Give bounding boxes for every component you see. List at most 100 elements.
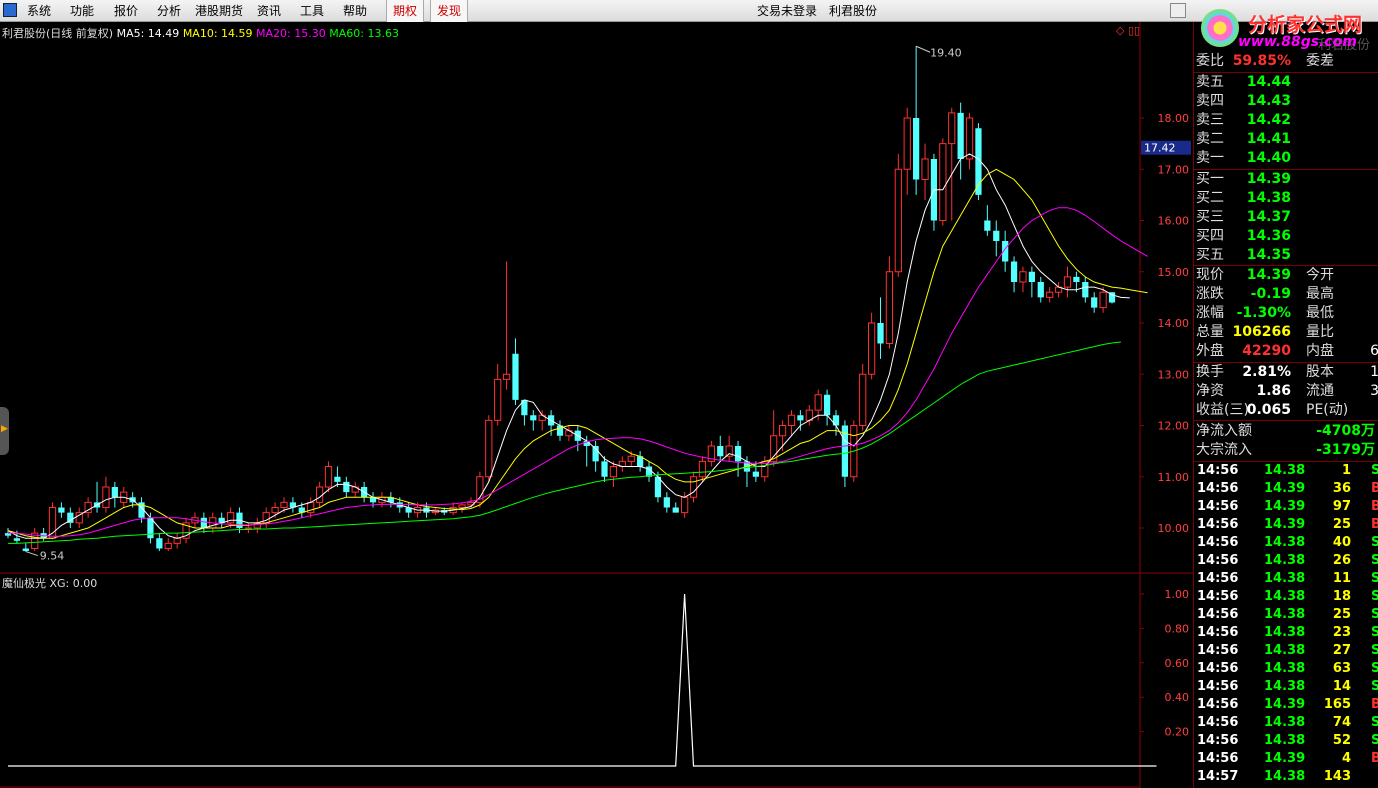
ask-level-value: 14.41 (1246, 131, 1291, 147)
arrow-right-icon: ▶ (1, 424, 8, 434)
tick-volume: 165 (1323, 697, 1351, 712)
candle-body-up (1099, 291, 1107, 309)
finance-stat-label-right: 流通 (1306, 383, 1334, 399)
candle-body-up (1063, 276, 1072, 288)
candle-body-up (271, 507, 279, 514)
menu-tools[interactable]: 工具 (300, 0, 324, 22)
tick-price: 14.38 (1264, 607, 1306, 622)
ask-level: 卖二 14.41 (1194, 130, 1378, 149)
tick-side: S (1371, 589, 1378, 604)
candle-body-up (903, 117, 911, 170)
tick-time: 14:56 (1197, 679, 1239, 694)
candle-body-up (324, 466, 333, 488)
fund-flow-label: 大宗流入 (1196, 442, 1252, 458)
price-axis-label: 12.00 (1158, 420, 1190, 433)
tick-price: 14.38 (1264, 733, 1306, 748)
bid-level-label: 买一 (1196, 171, 1224, 187)
bid-level: 买三 14.37 (1194, 208, 1378, 227)
tick-row: 14:56 14.38 23 S (1194, 624, 1378, 642)
menu-discover[interactable]: 发现 (430, 0, 469, 22)
tick-side: S (1371, 463, 1378, 478)
tick-side: B (1371, 481, 1378, 496)
tick-volume: 36 (1332, 481, 1351, 496)
tick-row: 14:56 14.38 74 S (1194, 714, 1378, 732)
panel-toggle-icon[interactable]: ◇ ▯▯ (1116, 24, 1140, 37)
price-axis-label: 14.00 (1158, 317, 1190, 330)
kline-chart[interactable]: 18.00 17.00 16.00 15.00 14.00 13.00 12.00 11.00… (0, 22, 1193, 788)
tick-time: 14:56 (1197, 643, 1239, 658)
candle-body-down (111, 487, 118, 498)
tick-side: S (1371, 607, 1378, 622)
candle-body-down (993, 230, 1000, 241)
tick-volume: 26 (1332, 553, 1351, 568)
tick-time: 14:56 (1197, 481, 1239, 496)
tick-volume: 18 (1332, 589, 1351, 604)
left-collapse-handle[interactable]: ▶ (0, 407, 9, 455)
candle-body-up (164, 542, 172, 549)
candle-body-down (752, 471, 759, 477)
menu-quote[interactable]: 报价 (114, 0, 138, 22)
minimize-button[interactable] (1170, 3, 1186, 18)
finance-stat: 净资 1.86 流通 3 (1194, 382, 1378, 401)
tick-side: S (1371, 535, 1378, 550)
menu-help[interactable]: 帮助 (343, 0, 367, 22)
tick-volume: 74 (1332, 715, 1351, 730)
candle-body-down (672, 507, 679, 513)
tick-side: S (1371, 625, 1378, 640)
tick-price: 14.39 (1264, 499, 1306, 514)
app-icon[interactable] (3, 3, 17, 17)
tick-row: 14:56 14.38 25 S (1194, 606, 1378, 624)
ask-level-label: 卖二 (1196, 131, 1224, 147)
quote-panel: 利君股份 分析家公式网 www.88gs.com 委比 59.85% 委差 卖五 14.… (1193, 6, 1378, 788)
menu-analysis[interactable]: 分析 (157, 0, 181, 22)
tick-price: 14.38 (1264, 679, 1306, 694)
trade-login-status[interactable]: 交易未登录 (757, 0, 817, 22)
xg-line (8, 593, 1157, 767)
quote-stat-label-right: 内盘 (1306, 343, 1334, 359)
tick-row: 14:56 14.38 11 S (1194, 570, 1378, 588)
quote-stat-value: 42290 (1242, 343, 1291, 359)
quote-stat-label: 现价 (1196, 267, 1224, 283)
bid-level-label: 买五 (1196, 247, 1224, 263)
axes: 18.00 17.00 16.00 15.00 14.00 13.00 12.00 11.00… (25, 45, 1191, 739)
menu-hk-futures[interactable]: 港股期货 (195, 0, 243, 22)
quote-stat: 涨幅 -1.30% 最低 (1194, 304, 1378, 323)
tick-volume: 63 (1332, 661, 1351, 676)
indicator-axis-label: 0.60 (1165, 657, 1190, 670)
finance-stat-label-right: 股本 (1306, 364, 1334, 380)
tick-row: 14:56 14.38 27 S (1194, 642, 1378, 660)
tick-row: 14:56 14.38 1 S (1194, 462, 1378, 480)
tick-time: 14:56 (1197, 751, 1239, 766)
candle-body-up (458, 504, 466, 508)
tick-time: 14:56 (1197, 463, 1239, 478)
finance-stat-value-right: 1 (1370, 364, 1378, 380)
menu-function[interactable]: 功能 (70, 0, 94, 22)
logo-brand: 分析家公式网 (1248, 14, 1363, 36)
low-label: 9.54 (40, 550, 65, 563)
menu-news[interactable]: 资讯 (257, 0, 281, 22)
ask-level-value: 14.43 (1246, 93, 1291, 109)
tick-time: 14:56 (1197, 589, 1239, 604)
menu-system[interactable]: 系统 (27, 0, 51, 22)
quote-stat-label-right: 最低 (1306, 305, 1334, 321)
quote-stat-value-right: 6 (1370, 343, 1378, 359)
indicator-axis-label: 1.00 (1165, 588, 1190, 601)
candle-body-up (698, 460, 707, 478)
tick-row: 14:56 14.38 14 S (1194, 678, 1378, 696)
price-axis-label: 17.00 (1158, 163, 1190, 176)
candle-body-down (823, 394, 831, 416)
tick-time: 14:57 (1197, 769, 1239, 784)
ma20-label: MA20: 15.30 (256, 27, 326, 40)
tick-side: B (1371, 499, 1378, 514)
chart-area[interactable]: 18.00 17.00 16.00 15.00 14.00 13.00 12.00 11.00… (0, 22, 1193, 788)
tick-row: 14:56 14.38 26 S (1194, 552, 1378, 570)
price-axis-label: 13.00 (1158, 368, 1190, 381)
candle-body-down (58, 507, 65, 513)
candle-body-up (485, 419, 493, 478)
candle-body-up (627, 455, 635, 462)
menu-options[interactable]: 期权 (386, 0, 425, 22)
candle-body-down (1037, 282, 1044, 298)
fund-flow-label: 净流入额 (1196, 423, 1252, 439)
finance-stat-label-right: PE(动) (1306, 402, 1349, 418)
bid-level-label: 买三 (1196, 209, 1224, 225)
